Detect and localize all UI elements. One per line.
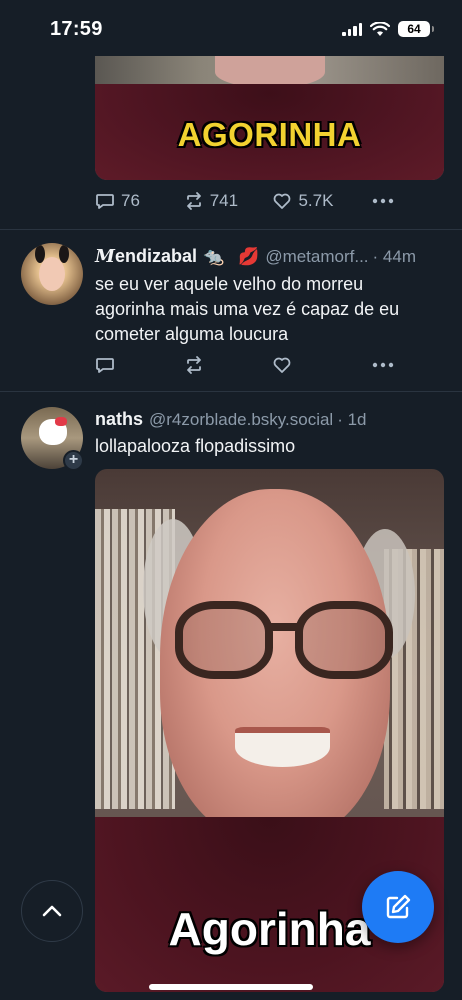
more-button[interactable] (371, 191, 395, 211)
more-icon (372, 362, 394, 368)
wifi-icon (370, 21, 390, 36)
handle[interactable]: @r4zorblade.bsky.social (149, 410, 333, 430)
cellular-signal-icon (342, 22, 362, 36)
previous-post-media[interactable]: AGORINHA (95, 56, 444, 180)
scroll-to-top-button[interactable] (21, 880, 83, 942)
post-divider (0, 391, 462, 392)
repost-button[interactable]: 741 (184, 191, 273, 211)
repost-icon (186, 356, 201, 374)
like-button[interactable] (272, 355, 371, 375)
like-button[interactable]: 5.7K (272, 191, 371, 211)
reply-button[interactable] (95, 355, 184, 375)
more-button[interactable] (371, 355, 395, 375)
reply-icon (96, 194, 114, 209)
media-caption: AGORINHA (177, 116, 362, 153)
chevron-up-icon (42, 905, 62, 917)
status-icons: 64 (342, 21, 434, 37)
post-header: Mendizabal 🐀 💋 @metamorf... · 44m (95, 246, 416, 267)
display-name[interactable]: Mendizabal (95, 246, 197, 267)
avatar[interactable] (21, 243, 83, 305)
battery-icon: 64 (398, 21, 434, 37)
timestamp: · 44m (372, 247, 417, 266)
heart-icon (274, 357, 291, 373)
post-text: se eu ver aquele velho do morreu agorinh… (95, 274, 400, 344)
reply-icon (96, 358, 114, 373)
post-header: naths @r4zorblade.bsky.social · 1d (95, 409, 367, 430)
reply-count: 76 (121, 191, 140, 210)
heart-icon (274, 193, 291, 209)
lips-emoji: 💋 (238, 247, 260, 266)
post-text: lollapalooza flopadissimo (95, 436, 296, 456)
handle[interactable]: @metamorf... (265, 247, 368, 267)
like-count: 5.7K (298, 191, 334, 210)
status-bar: 17:59 64 (0, 0, 462, 56)
reply-button[interactable]: 76 (95, 191, 184, 211)
post-divider (0, 229, 462, 230)
home-indicator (149, 984, 313, 990)
rat-emoji: 🐀 (202, 247, 225, 266)
more-icon (372, 198, 394, 204)
display-name[interactable]: naths (95, 409, 143, 430)
repost-button[interactable] (184, 355, 273, 375)
post-actions (95, 355, 395, 375)
previous-post-actions: 76 741 5.7K (95, 191, 395, 211)
timestamp: · 1d (337, 410, 367, 429)
status-time: 17:59 (50, 18, 103, 40)
repost-icon (186, 192, 201, 210)
repost-count: 741 (209, 191, 239, 210)
compose-button[interactable] (362, 871, 434, 943)
follow-plus-icon[interactable]: + (63, 450, 84, 471)
compose-icon (386, 894, 411, 919)
